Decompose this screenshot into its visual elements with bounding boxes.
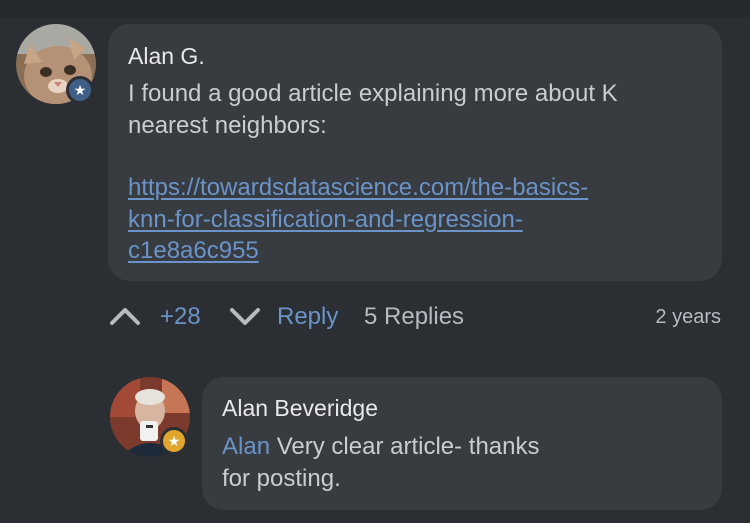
- reply-text-line1: Alan Very clear article- thanks: [222, 431, 540, 462]
- reply-text-line2: for posting.: [222, 465, 341, 492]
- contributor-badge: ★: [66, 76, 94, 104]
- article-link-line3[interactable]: c1e8a6c955: [128, 235, 259, 266]
- reply-badge: ★: [160, 427, 188, 455]
- chevron-down-icon: [230, 308, 260, 325]
- replies-toggle[interactable]: 5 Replies: [364, 297, 464, 337]
- comment-actions: +28 Reply 5 Replies 2 years: [108, 297, 723, 337]
- mention-link[interactable]: Alan: [222, 433, 270, 460]
- reply-author[interactable]: Alan Beveridge: [222, 394, 378, 422]
- comment-avatar[interactable]: ★: [16, 24, 96, 104]
- vote-count: +28: [160, 303, 201, 330]
- article-link-line1[interactable]: https://towardsdatascience.com/the-basic…: [128, 172, 588, 203]
- upvote-button[interactable]: [108, 299, 142, 346]
- reply-bubble: Alan Beveridge Alan Very clear article- …: [202, 377, 722, 510]
- timestamp: 2 years: [655, 306, 721, 328]
- chevron-up-icon: [110, 308, 140, 325]
- downvote-button[interactable]: [228, 299, 262, 346]
- reply-text: Very clear article- thanks: [276, 433, 540, 460]
- star-icon: ★: [167, 433, 181, 449]
- comment-text-line1: I found a good article explaining more a…: [128, 80, 618, 107]
- reply-button[interactable]: Reply: [277, 297, 338, 337]
- comment-bubble: Alan G. I found a good article explainin…: [108, 24, 722, 281]
- comment-author[interactable]: Alan G.: [128, 42, 205, 70]
- star-icon: ★: [73, 82, 87, 98]
- reply-avatar[interactable]: ★: [110, 377, 190, 457]
- comment-text-line2: nearest neighbors:: [128, 112, 327, 139]
- top-bar: [0, 0, 750, 18]
- article-link-line2[interactable]: knn-for-classification-and-regression-: [128, 204, 523, 235]
